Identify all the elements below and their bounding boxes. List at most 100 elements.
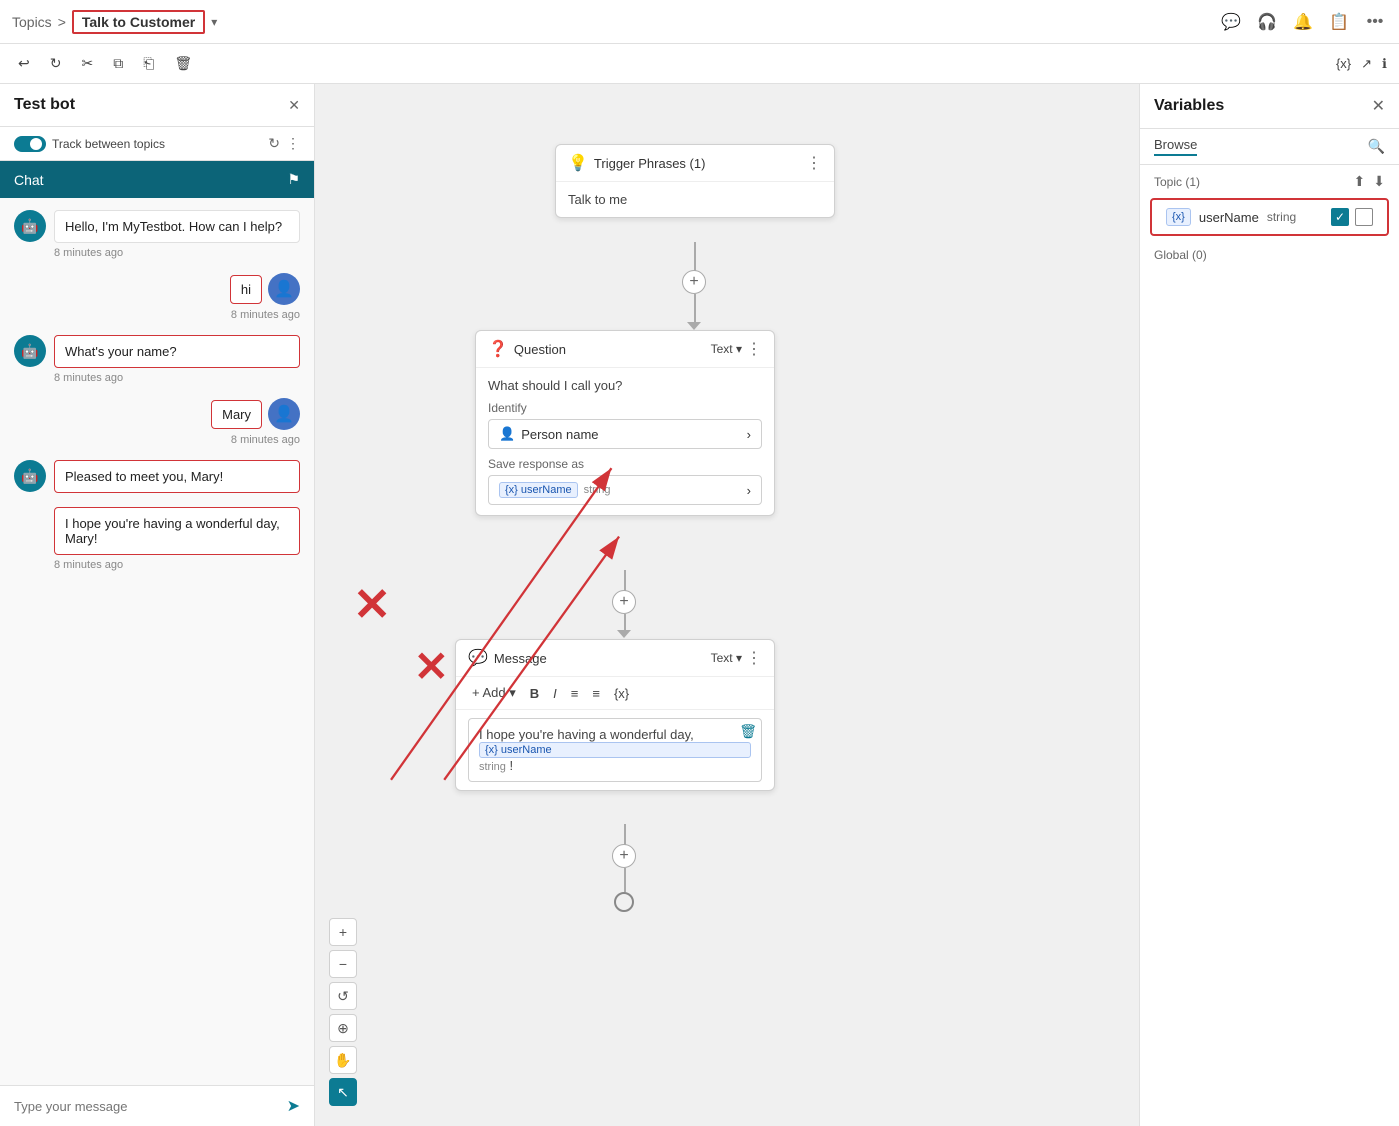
plus-connector-3[interactable]: + <box>612 844 636 868</box>
bot-avatar: 🤖 <box>14 210 46 242</box>
toolbar-right: {x} ↗ ℹ <box>1336 56 1387 72</box>
chat-input-row: ➤ <box>0 1085 314 1126</box>
list-button[interactable]: ≡ <box>567 684 583 703</box>
bold-button[interactable]: B <box>526 684 543 703</box>
more-options-icon[interactable]: ⋮ <box>286 135 300 152</box>
section-icons: ⬆ ⬇ <box>1354 173 1385 190</box>
user-bubble: Mary <box>211 400 262 429</box>
variable-button[interactable]: {x} <box>610 684 633 703</box>
search-icon[interactable]: 🔍 <box>1368 138 1385 155</box>
list-item: 🤖 Hello, I'm MyTestbot. How can I help? … <box>14 210 300 259</box>
message-more-icon[interactable]: ⋮ <box>746 648 762 668</box>
node-header-left: ❓ Question <box>488 339 566 359</box>
question-text: What should I call you? <box>488 378 762 393</box>
refresh-icon[interactable]: ↻ <box>268 135 280 152</box>
bullet-button[interactable]: ≡ <box>588 684 604 703</box>
variables-close-button[interactable]: ✕ <box>1372 96 1385 116</box>
list-item: 🤖 Pleased to meet you, Mary! <box>14 460 300 493</box>
variables-title: Variables <box>1154 97 1224 115</box>
question-type[interactable]: Text ▾ <box>711 342 742 356</box>
var-type: string <box>584 484 611 496</box>
zoom-in-button[interactable]: + <box>329 918 357 946</box>
chat-tab-icon: ⚑ <box>287 171 300 188</box>
left-panel: Test bot ✕ Track between topics ↻ ⋮ Chat… <box>0 84 315 1126</box>
var-type-badge: string <box>1267 210 1296 224</box>
italic-button[interactable]: I <box>549 684 561 703</box>
trigger-node[interactable]: 💡 Trigger Phrases (1) ⋮ Talk to me <box>555 144 835 218</box>
message-text: I hope you're having a wonderful day, <box>479 727 694 742</box>
chat-icon[interactable]: 💬 <box>1219 12 1243 32</box>
top-bar-right: 💬 🎧 🔔 📋 ••• <box>1219 12 1387 32</box>
save-field[interactable]: {x} userName string › <box>488 475 762 505</box>
clipboard-icon[interactable]: 📋 <box>1327 12 1351 32</box>
var-checkbox-checked[interactable]: ✓ <box>1331 208 1349 226</box>
identify-field[interactable]: 👤 Person name › <box>488 419 762 449</box>
message-title: Message <box>494 651 547 666</box>
info-button[interactable]: ℹ <box>1382 56 1387 72</box>
fit-view-button[interactable]: ⊕ <box>329 1014 357 1042</box>
variable-row: {x} userName string ✓ <box>1150 198 1389 236</box>
plus-connector-1[interactable]: + <box>682 270 706 294</box>
chat-input[interactable] <box>14 1099 279 1114</box>
global-section: Global (0) <box>1140 240 1399 270</box>
user-avatar: 👤 <box>268 273 300 305</box>
variables-tabs: Browse 🔍 <box>1140 129 1399 165</box>
more-icon[interactable]: ••• <box>1363 13 1387 31</box>
center-canvas[interactable]: ✕ ✕ 💡 Trigger Phrases (1) ⋮ Talk to me <box>315 84 1139 1126</box>
trigger-more-icon[interactable]: ⋮ <box>806 153 822 173</box>
undo-button[interactable]: ↩ <box>12 51 36 76</box>
breadcrumb-separator: > <box>58 14 66 30</box>
var-name: userName <box>1199 210 1259 225</box>
send-icon[interactable]: ➤ <box>287 1096 300 1116</box>
message-node[interactable]: 💬 Message Text ▾ ⋮ + Add ▾ B I ≡ ≡ {x} <box>455 639 775 791</box>
headset-icon[interactable]: 🎧 <box>1255 12 1279 32</box>
select-button[interactable]: ↖ <box>329 1078 357 1106</box>
delete-button[interactable]: 🗑 <box>168 51 198 76</box>
zoom-controls: + − ↺ ⊕ ✋ ↖ <box>329 918 357 1106</box>
reset-view-button[interactable]: ↺ <box>329 982 357 1010</box>
variables-panel-header: Variables ✕ <box>1140 84 1399 129</box>
breadcrumb: Topics > Talk to Customer ▾ <box>12 10 217 34</box>
export-icon[interactable]: ⬇ <box>1373 173 1385 190</box>
trigger-node-header: 💡 Trigger Phrases (1) ⋮ <box>556 145 834 182</box>
chat-messages: 🤖 Hello, I'm MyTestbot. How can I help? … <box>0 198 314 1085</box>
identify-label: Identify <box>488 401 762 415</box>
question-more-icon[interactable]: ⋮ <box>746 339 762 359</box>
copy-button[interactable]: ⧉ <box>107 51 129 76</box>
add-button[interactable]: + Add ▾ <box>468 683 520 703</box>
svg-text:✕: ✕ <box>353 579 391 630</box>
toggle-switch[interactable] <box>14 136 46 152</box>
pan-button[interactable]: ✋ <box>329 1046 357 1074</box>
list-item: I hope you're having a wonderful day, Ma… <box>14 507 300 571</box>
trigger-body: Talk to me <box>556 182 834 217</box>
import-icon[interactable]: ⬆ <box>1354 173 1366 190</box>
message-bubble: Hello, I'm MyTestbot. How can I help? <box>54 210 300 243</box>
redo-button[interactable]: ↻ <box>44 51 68 76</box>
paste-button[interactable]: ⎗ <box>137 51 160 76</box>
message-type[interactable]: Text ▾ <box>711 651 742 665</box>
variables-button[interactable]: {x} <box>1336 56 1351 71</box>
list-item: hi 👤 8 minutes ago <box>14 273 300 321</box>
user-avatar: 👤 <box>268 398 300 430</box>
question-node[interactable]: ❓ Question Text ▾ ⋮ What should I call y… <box>475 330 775 516</box>
breadcrumb-topics-link[interactable]: Topics <box>12 14 52 30</box>
tab-browse[interactable]: Browse <box>1154 137 1197 156</box>
question-icon: ❓ <box>488 339 508 359</box>
cut-button[interactable]: ✂ <box>75 51 99 76</box>
message-time: 8 minutes ago <box>54 247 300 259</box>
chat-tab[interactable]: Chat ⚑ <box>0 161 314 198</box>
message-content-area[interactable]: 🗑 I hope you're having a wonderful day, … <box>468 718 762 782</box>
bell-icon[interactable]: 🔔 <box>1291 12 1315 32</box>
bot-avatar: 🤖 <box>14 335 46 367</box>
breadcrumb-current-topic[interactable]: Talk to Customer <box>72 10 205 34</box>
chevron-down-icon[interactable]: ▾ <box>211 15 217 29</box>
var-icon-badge: {x} <box>1166 208 1191 226</box>
delete-icon[interactable]: 🗑 <box>739 723 757 740</box>
plus-connector-2[interactable]: + <box>612 590 636 614</box>
connector-line-6 <box>624 868 626 892</box>
export-button[interactable]: ↗ <box>1361 56 1372 72</box>
var-checkbox-empty[interactable] <box>1355 208 1373 226</box>
close-icon[interactable]: ✕ <box>288 97 300 114</box>
zoom-out-button[interactable]: − <box>329 950 357 978</box>
arrow-overlay: ✕ ✕ <box>315 84 1139 1126</box>
